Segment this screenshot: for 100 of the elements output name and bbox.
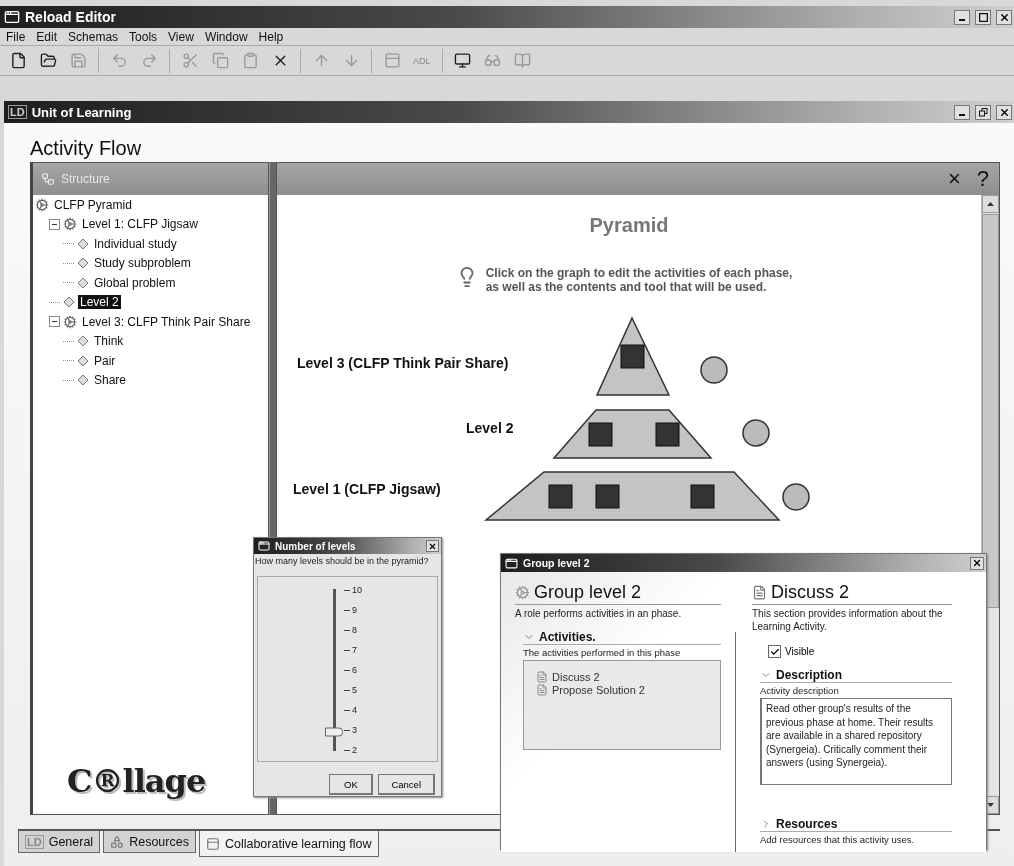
- collapse-toggle[interactable]: [49, 218, 60, 230]
- tab[interactable]: Collaborative learning flow: [198, 831, 379, 857]
- app-icon: [505, 556, 518, 570]
- group-circle[interactable]: [700, 356, 728, 384]
- tick-label: 7: [352, 645, 357, 655]
- menu-item[interactable]: Tools: [125, 29, 165, 44]
- tab[interactable]: Resources: [103, 831, 196, 853]
- close-icon[interactable]: [996, 9, 1012, 25]
- menu-item[interactable]: Edit: [32, 29, 65, 44]
- diamond-icon: [77, 257, 89, 270]
- section-description: This section provides information about the Learning Activity.: [752, 607, 944, 633]
- slider-thumb[interactable]: [325, 727, 343, 737]
- activity-square[interactable]: [655, 422, 680, 447]
- checkbox-label: Visible: [785, 646, 815, 657]
- dialog-title: Group level 2: [523, 557, 591, 569]
- cancel-button[interactable]: Cancel: [378, 774, 435, 795]
- section-heading: Group level 2: [534, 582, 642, 603]
- tick-label: 2: [352, 745, 357, 755]
- structure-icon: [41, 172, 55, 186]
- dialog-question: How many levels should be in the pyramid?: [254, 555, 430, 568]
- hint-text: as well as the contents and tool that will be used.: [485, 280, 768, 294]
- tree-item[interactable]: Level 1: CLFP Jigsaw: [80, 217, 200, 232]
- ok-button[interactable]: OK: [329, 774, 374, 795]
- tree-item[interactable]: CLFP Pyramid: [52, 197, 134, 212]
- menu-item[interactable]: View: [164, 29, 201, 44]
- minimize-icon[interactable]: [954, 9, 970, 25]
- help-button[interactable]: ?: [976, 168, 989, 190]
- diagram-title: Pyramid: [589, 214, 669, 237]
- tree-item[interactable]: Pair: [92, 353, 118, 368]
- tree-item[interactable]: Level 3: CLFP Think Pair Share: [80, 314, 253, 329]
- tick-label: 4: [352, 705, 357, 715]
- close-icon[interactable]: [996, 104, 1012, 120]
- gear-icon: [35, 197, 49, 212]
- menu-item[interactable]: Window: [200, 29, 255, 44]
- list-item[interactable]: Discuss 2: [552, 671, 600, 683]
- tree-item[interactable]: Share: [92, 373, 129, 388]
- maximize-icon[interactable]: [975, 9, 991, 25]
- gear-icon: [63, 217, 77, 232]
- minimize-icon[interactable]: [954, 104, 970, 120]
- level-label: Level 3 (CLFP Think Pair Share): [297, 355, 509, 371]
- level-label: Level 2: [466, 420, 514, 436]
- hint-text: Click on the graph to edit the activities of each phase,: [485, 266, 793, 280]
- close-icon[interactable]: [970, 556, 984, 570]
- section-subtitle: The activities performed in this phase: [523, 647, 682, 658]
- group-circle[interactable]: [742, 419, 770, 447]
- document-icon: [536, 671, 548, 683]
- page-heading: Activity Flow: [30, 137, 143, 160]
- tick-label: 9: [352, 605, 357, 615]
- gear-icon: [515, 585, 530, 600]
- group-circle[interactable]: [782, 483, 810, 511]
- diamond-icon: [77, 276, 89, 289]
- tree-item[interactable]: Global problem: [92, 275, 178, 290]
- diamond-icon: [77, 237, 89, 250]
- document-icon: [752, 585, 767, 600]
- section-description: A role performs activities in an phase.: [515, 607, 683, 620]
- activity-square[interactable]: [548, 484, 573, 509]
- section-heading: Discuss 2: [771, 582, 850, 603]
- activity-square[interactable]: [690, 484, 715, 509]
- window-title: Reload Editor: [25, 9, 117, 25]
- diamond-icon: [63, 296, 75, 309]
- document-icon: [536, 684, 548, 696]
- tick-label: 10: [352, 585, 362, 595]
- tree-item[interactable]: Think: [92, 334, 126, 349]
- list-item[interactable]: Propose Solution 2: [552, 684, 645, 696]
- tick-label: 3: [352, 725, 357, 735]
- menu-item[interactable]: File: [2, 29, 33, 44]
- app-icon: [4, 9, 20, 25]
- scroll-down-icon[interactable]: [987, 803, 994, 807]
- menu-item[interactable]: Help: [254, 29, 291, 44]
- close-button[interactable]: ×: [947, 168, 961, 190]
- diamond-icon: [77, 374, 89, 387]
- activity-square[interactable]: [595, 484, 620, 509]
- document-badge: LD: [8, 105, 27, 119]
- tick-label: 6: [352, 665, 357, 675]
- description-field[interactable]: Read other group's results of the previous phase at home. Their results are available in a shared repository (Synergeia). Critically comment their answers (using Synergeia).: [760, 698, 952, 785]
- scroll-up-icon[interactable]: [987, 202, 994, 206]
- panel-title: Structure: [61, 172, 110, 186]
- menu-item[interactable]: Schemas: [64, 29, 126, 44]
- restore-icon[interactable]: [975, 104, 991, 120]
- checkbox[interactable]: [768, 645, 781, 658]
- scrollbar-thumb[interactable]: [982, 214, 999, 608]
- diamond-icon: [77, 335, 89, 348]
- diamond-icon: [77, 354, 89, 367]
- activity-square[interactable]: [588, 422, 613, 447]
- app-icon: [258, 540, 270, 552]
- tree-item[interactable]: Level 2: [78, 295, 121, 310]
- section-title: Description: [776, 668, 842, 682]
- document-title: Unit of Learning: [31, 104, 133, 120]
- tick-label: 5: [352, 685, 357, 695]
- tree-item[interactable]: Study subproblem: [92, 256, 193, 271]
- section-title: Resources: [776, 817, 838, 831]
- close-icon[interactable]: [426, 540, 439, 552]
- collapse-toggle[interactable]: [49, 316, 60, 328]
- tab-badge: LD: [25, 834, 44, 849]
- logo: C®llage: [67, 762, 206, 800]
- tab[interactable]: LD General: [18, 831, 101, 853]
- shapes-icon: [110, 834, 125, 849]
- tree-item[interactable]: Individual study: [92, 236, 179, 251]
- level-label: Level 1 (CLFP Jigsaw): [293, 481, 441, 497]
- field-label: Activity description: [760, 685, 840, 696]
